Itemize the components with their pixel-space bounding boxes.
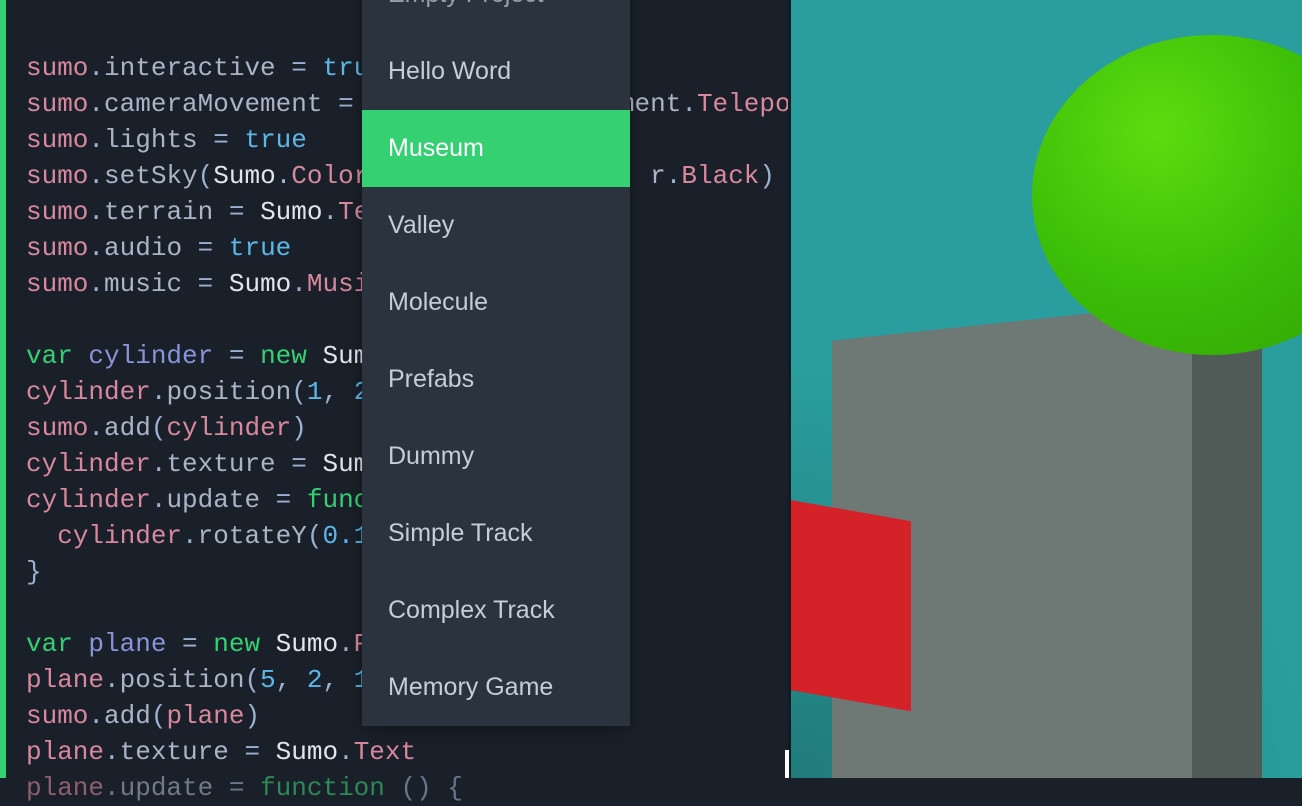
dropdown-item-valley[interactable]: Valley [362, 187, 630, 264]
dropdown-item-hello-word[interactable]: Hello Word [362, 33, 630, 110]
scene-red-shape [788, 495, 911, 711]
dropdown-item-simple-track[interactable]: Simple Track [362, 495, 630, 572]
dropdown-item-museum[interactable]: Museum [362, 110, 630, 187]
code-line: plane.texture = Sumo.Text [26, 734, 788, 770]
dropdown-item-prefabs[interactable]: Prefabs [362, 341, 630, 418]
code-line: plane.update = function () { [26, 770, 788, 806]
dropdown-item-memory-game[interactable]: Memory Game [362, 649, 630, 726]
dropdown-item-molecule[interactable]: Molecule [362, 264, 630, 341]
template-dropdown[interactable]: Empty Project Hello Word Museum Valley M… [362, 0, 630, 726]
text-cursor [785, 750, 789, 778]
dropdown-item-empty-project[interactable]: Empty Project [362, 0, 630, 33]
scene-green-sphere [1032, 35, 1302, 355]
dropdown-item-dummy[interactable]: Dummy [362, 418, 630, 495]
3d-viewport[interactable] [788, 0, 1302, 778]
dropdown-item-complex-track[interactable]: Complex Track [362, 572, 630, 649]
code-editor[interactable]: sumo.interactive = true sumo.cameraMovem… [0, 0, 788, 778]
